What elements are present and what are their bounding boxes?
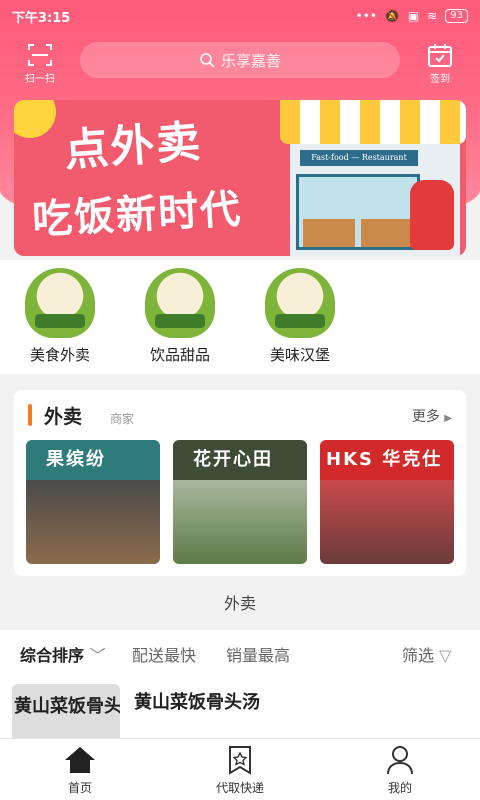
takeout-section: 外卖 商家 更多 ▶ 果缤纷 花开心田 HKS 华克仕 bbox=[14, 390, 466, 576]
planter bbox=[361, 219, 413, 247]
shop-photo bbox=[173, 480, 307, 564]
delivery-scooter-icon bbox=[410, 180, 454, 250]
status-icons: ••• 🔕 ▣ ≋ 93 bbox=[356, 9, 468, 23]
zongzi-star-icon bbox=[265, 268, 335, 338]
bottom-tabbar: 首页 代取快递 我的 bbox=[0, 738, 480, 800]
more-dots-icon: ••• bbox=[355, 9, 377, 23]
sort-label: 综合排序 bbox=[20, 646, 85, 665]
shop-sign: 花开心田 bbox=[173, 440, 307, 480]
shop-card[interactable]: 花开心田 bbox=[173, 440, 307, 564]
thumbnail-text: 黄山菜饭骨头 bbox=[14, 696, 120, 717]
shop-photo bbox=[320, 480, 454, 564]
more-link[interactable]: 更多 ▶ bbox=[412, 406, 452, 426]
sort-best-selling[interactable]: 销量最高 bbox=[226, 642, 290, 666]
tab-label: 我的 bbox=[387, 781, 412, 795]
shop-sign: HKS 华克仕 bbox=[320, 440, 454, 480]
awning bbox=[280, 100, 466, 144]
filter-icon: ▽ bbox=[439, 646, 452, 665]
bookmark-star-icon bbox=[229, 746, 251, 775]
shop-card[interactable]: 果缤纷 bbox=[26, 440, 160, 564]
list-section-label: 外卖 bbox=[223, 594, 256, 613]
more-label: 更多 bbox=[411, 409, 440, 425]
shop-card[interactable]: HKS 华克仕 bbox=[320, 440, 454, 564]
category-label: 饮品甜品 bbox=[149, 346, 210, 364]
section-accent-bar bbox=[28, 404, 32, 426]
scan-button[interactable]: 扫一扫 bbox=[20, 42, 60, 85]
shop-sign: 果缤纷 bbox=[26, 440, 160, 480]
category-burgers[interactable]: 美味汉堡 bbox=[256, 268, 344, 365]
shop-window bbox=[296, 174, 420, 250]
tab-home[interactable]: 首页 bbox=[30, 745, 130, 796]
sign-in-button[interactable]: 签到 bbox=[420, 42, 460, 85]
search-icon bbox=[200, 53, 215, 68]
status-bar: 下午3:15 ••• 🔕 ▣ ≋ 93 bbox=[0, 0, 480, 32]
sort-bar: 综合排序 ﹀ 配送最快 销量最高 筛选 ▽ bbox=[0, 630, 480, 672]
tab-label: 首页 bbox=[67, 781, 92, 795]
zongzi-icon bbox=[25, 268, 95, 338]
zongzi-drink-icon bbox=[145, 268, 215, 338]
mute-icon: 🔕 bbox=[384, 9, 400, 23]
top-header: 扫一扫 乐享嘉善 签到 bbox=[0, 38, 480, 86]
tab-pickup-delivery[interactable]: 代取快递 bbox=[190, 745, 290, 796]
chevron-right-icon: ▶ bbox=[444, 413, 452, 424]
planter bbox=[303, 219, 355, 247]
filter-button[interactable]: 筛选 ▽ bbox=[402, 642, 451, 666]
section-subtitle: 商家 bbox=[110, 412, 135, 426]
wifi-icon: ≋ bbox=[427, 9, 438, 23]
category-label: 美食外卖 bbox=[29, 346, 90, 364]
shop-front: Fast-food — Restaurant bbox=[290, 144, 460, 256]
shop-sign: Fast-food — Restaurant bbox=[300, 150, 418, 166]
promo-banner[interactable]: 点外卖 吃饭新时代 Fast-food — Restaurant bbox=[14, 100, 466, 256]
shop-photo bbox=[26, 480, 160, 564]
list-item[interactable]: 黄山菜饭骨头 黄山菜饭骨头汤 bbox=[0, 672, 480, 738]
search-placeholder: 乐享嘉善 bbox=[220, 51, 281, 70]
sort-comprehensive[interactable]: 综合排序 ﹀ bbox=[20, 642, 106, 666]
sun-icon bbox=[14, 100, 56, 138]
search-input[interactable]: 乐享嘉善 bbox=[80, 42, 400, 78]
shop-illustration: Fast-food — Restaurant bbox=[280, 100, 466, 256]
category-label: 美味汉堡 bbox=[269, 346, 330, 364]
scan-label: 扫一扫 bbox=[25, 74, 55, 85]
banner-slogan: 吃饭新时代 bbox=[31, 185, 244, 244]
status-time: 下午3:15 bbox=[12, 10, 71, 26]
filter-label: 筛选 bbox=[402, 646, 435, 665]
user-icon bbox=[387, 746, 413, 775]
chevron-down-icon: ﹀ bbox=[89, 646, 106, 665]
tab-profile[interactable]: 我的 bbox=[350, 745, 450, 796]
sign-label: 签到 bbox=[430, 74, 450, 85]
sort-fastest-delivery[interactable]: 配送最快 bbox=[132, 642, 196, 666]
category-drinks-desserts[interactable]: 饮品甜品 bbox=[136, 268, 224, 365]
home-icon bbox=[65, 747, 95, 773]
calendar-check-icon bbox=[428, 44, 452, 67]
battery-icon: 93 bbox=[445, 9, 468, 23]
item-thumbnail: 黄山菜饭骨头 bbox=[12, 684, 120, 738]
scan-icon bbox=[28, 44, 52, 66]
sim-icon: ▣ bbox=[407, 9, 420, 23]
category-food-takeout[interactable]: 美食外卖 bbox=[16, 268, 104, 365]
tab-label: 代取快递 bbox=[215, 781, 264, 795]
item-name: 黄山菜饭骨头汤 bbox=[134, 692, 260, 713]
category-grid: 美食外卖 饮品甜品 美味汉堡 bbox=[0, 260, 480, 374]
banner-headline: 点外卖 bbox=[62, 116, 204, 177]
section-title: 外卖 bbox=[44, 406, 83, 428]
